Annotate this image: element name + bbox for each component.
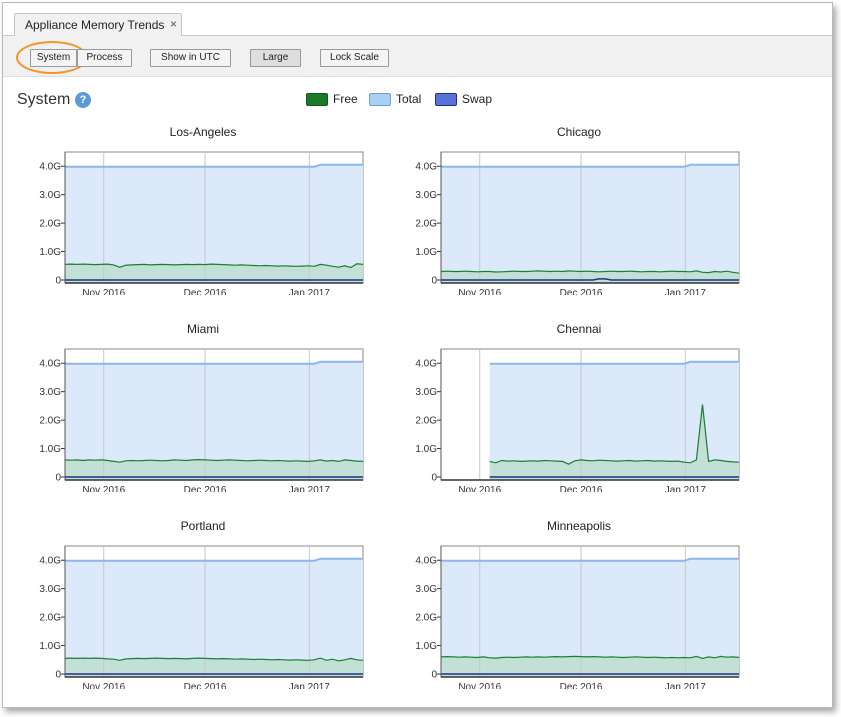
x-tick-label: Nov 2016: [458, 288, 501, 295]
y-tick-label: 4.0G: [39, 556, 61, 567]
x-tick-label: Nov 2016: [82, 682, 125, 689]
y-tick-label: 3.0G: [415, 584, 437, 595]
x-tick-label: Dec 2016: [560, 485, 603, 492]
x-tick-label: Jan 2017: [665, 288, 707, 295]
y-tick-label: 2.0G: [39, 219, 61, 230]
y-tick-label: 4.0G: [39, 162, 61, 173]
x-tick-label: Jan 2017: [289, 485, 331, 492]
y-tick-label: 0: [431, 473, 437, 484]
chart-chennai: Chennai Nov 2016 Dec 2016 Jan 2017 0 1.0G 2.0…: [399, 322, 759, 492]
y-tick-label: 3.0G: [415, 387, 437, 398]
process-button[interactable]: Process: [77, 49, 132, 67]
chart-svg: Nov 2016 Dec 2016 Jan 2017 0 1.0G 2.0G 3.0G 4.0…: [415, 348, 740, 492]
y-tick-label: 1.0G: [39, 247, 61, 258]
y-tick-label: 4.0G: [39, 359, 61, 370]
legend-swatch-free: [306, 93, 328, 106]
x-tick-label: Dec 2016: [560, 288, 603, 295]
y-tick-label: 2.0G: [415, 219, 437, 230]
legend-swatch-swap: [435, 93, 457, 106]
system-button[interactable]: System: [30, 49, 77, 67]
y-tick-label: 2.0G: [415, 416, 437, 427]
y-tick-label: 3.0G: [39, 387, 61, 398]
y-tick-label: 0: [55, 670, 61, 681]
chart-los-angeles: Los-Angeles Nov 2016 Dec 2016 Jan 2017 0 1.0…: [23, 125, 383, 295]
large-button[interactable]: Large: [250, 49, 301, 67]
y-tick-label: 0: [431, 670, 437, 681]
y-tick-label: 3.0G: [415, 190, 437, 201]
y-tick-label: 4.0G: [415, 556, 437, 567]
lock-scale-button[interactable]: Lock Scale: [320, 49, 389, 67]
x-tick-label: Nov 2016: [82, 485, 125, 492]
legend-label-free: Free: [333, 92, 358, 106]
y-tick-label: 2.0G: [39, 416, 61, 427]
tab-bar: Appliance Memory Trends ×: [3, 3, 832, 37]
tab-appliance-memory-trends[interactable]: Appliance Memory Trends ×: [14, 13, 182, 37]
y-tick-label: 1.0G: [415, 641, 437, 652]
y-tick-label: 4.0G: [415, 162, 437, 173]
x-tick-label: Jan 2017: [665, 485, 707, 492]
x-tick-label: Jan 2017: [289, 682, 331, 689]
chart-svg: Nov 2016 Dec 2016 Jan 2017 0 1.0G 2.0G 3.0G 4.0…: [39, 545, 364, 689]
y-tick-label: 1.0G: [415, 247, 437, 258]
tab-label: Appliance Memory Trends: [25, 18, 165, 32]
chart-svg: Nov 2016 Dec 2016 Jan 2017 0 1.0G 2.0G 3.0G 4.0…: [39, 151, 364, 295]
y-tick-label: 0: [431, 276, 437, 287]
legend-label-total: Total: [396, 92, 422, 106]
y-tick-label: 0: [55, 276, 61, 287]
y-tick-label: 0: [55, 473, 61, 484]
x-tick-label: Dec 2016: [184, 288, 227, 295]
y-tick-label: 2.0G: [415, 613, 437, 624]
chart-svg: Nov 2016 Dec 2016 Jan 2017 0 1.0G 2.0G 3.0G 4.0…: [39, 348, 364, 492]
chart-portland: Portland Nov 2016 Dec 2016 Jan 2017 0 1.0G 2.…: [23, 519, 383, 689]
x-tick-label: Dec 2016: [560, 682, 603, 689]
y-tick-label: 1.0G: [415, 444, 437, 455]
chart-svg: Nov 2016 Dec 2016 Jan 2017 0 1.0G 2.0G 3.0G 4.0…: [415, 545, 740, 689]
help-icon[interactable]: ?: [75, 92, 91, 108]
tab-close-icon[interactable]: ×: [170, 17, 177, 31]
memory-trends-window: Appliance Memory Trends × System Process…: [2, 2, 833, 708]
legend-swatch-total: [369, 93, 391, 106]
x-tick-label: Dec 2016: [184, 682, 227, 689]
y-tick-label: 3.0G: [39, 584, 61, 595]
total-area: [441, 164, 739, 283]
show-in-utc-button[interactable]: Show in UTC: [150, 49, 231, 67]
y-tick-label: 3.0G: [39, 190, 61, 201]
y-tick-label: 4.0G: [415, 359, 437, 370]
x-tick-label: Jan 2017: [289, 288, 331, 295]
x-tick-label: Dec 2016: [184, 485, 227, 492]
x-tick-label: Nov 2016: [82, 288, 125, 295]
legend-label-swap: Swap: [462, 92, 493, 106]
y-tick-label: 2.0G: [39, 613, 61, 624]
y-tick-label: 1.0G: [39, 444, 61, 455]
y-tick-label: 1.0G: [39, 641, 61, 652]
x-tick-label: Nov 2016: [458, 485, 501, 492]
chart-miami: Miami Nov 2016 Dec 2016 Jan 2017 0 1.0G 2.0G 3…: [23, 322, 383, 492]
chart-chicago: Chicago Nov 2016 Dec 2016 Jan 2017 0 1.0G 2.0…: [399, 125, 759, 295]
chart-minneapolis: Minneapolis Nov 2016 Dec 2016 Jan 2017 0 1.0…: [399, 519, 759, 689]
chart-svg: Nov 2016 Dec 2016 Jan 2017 0 1.0G 2.0G 3.0G 4.0…: [415, 151, 740, 295]
free-area: [441, 270, 739, 283]
section-title: System: [17, 91, 71, 108]
x-tick-label: Nov 2016: [458, 682, 501, 689]
toolbar: System Process Show in UTC Large Lock Sc…: [3, 36, 832, 77]
x-tick-label: Jan 2017: [665, 682, 707, 689]
